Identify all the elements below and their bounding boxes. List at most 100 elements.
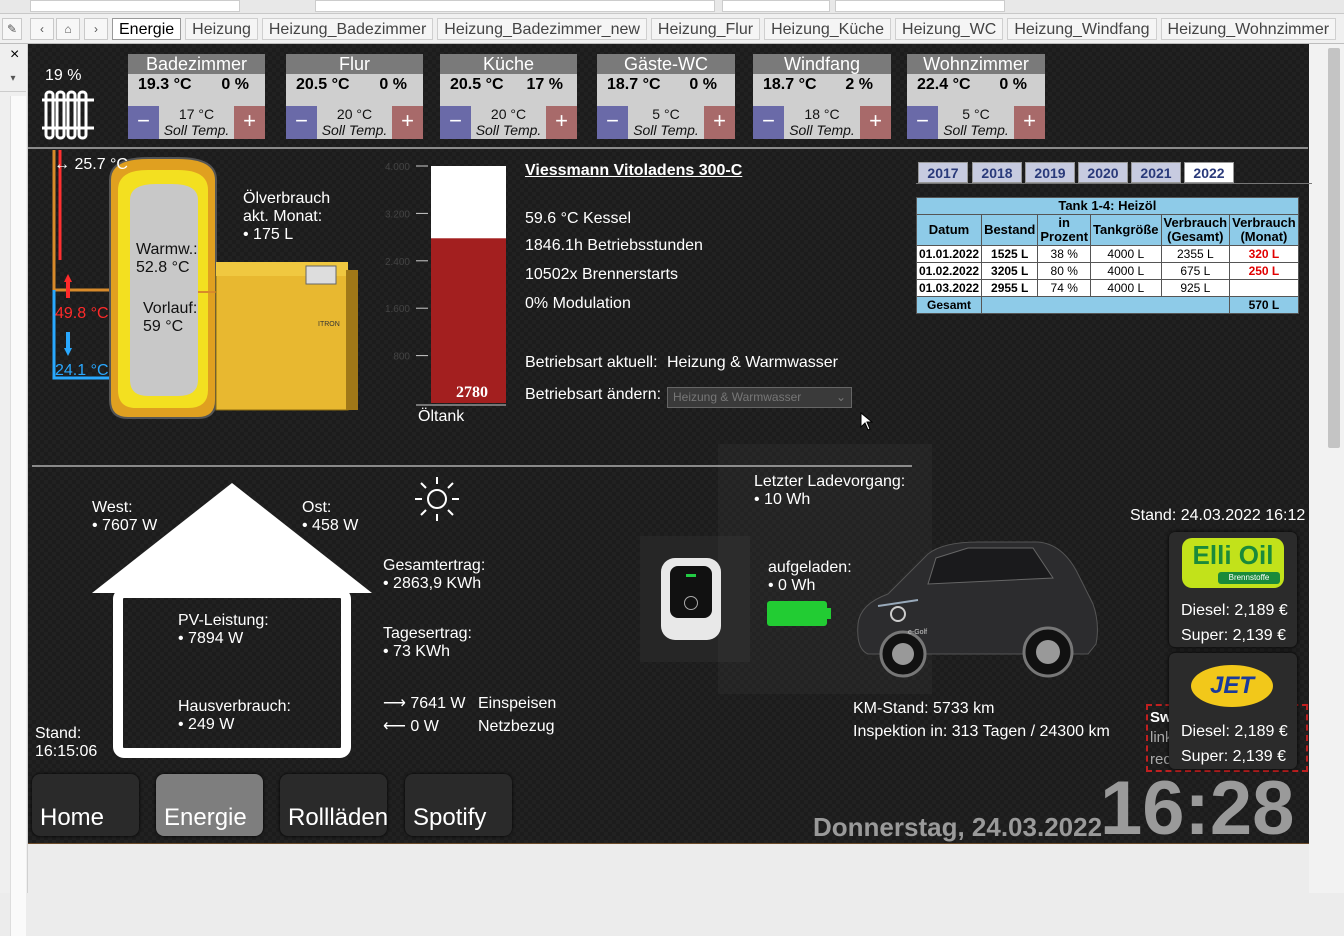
radiator-icon (42, 90, 94, 140)
elli-diesel-price: Diesel: 2,189 € (1181, 602, 1288, 619)
page-bottom-area (28, 845, 1309, 893)
feed-in-value: ⟶ 7641 W (383, 695, 466, 712)
minus-button[interactable]: − (128, 106, 159, 139)
car-badge: e-Golf (908, 629, 927, 636)
tab-heizung-wc[interactable]: Heizung_WC (895, 18, 1004, 40)
fuel-card-elli: Elli Oil Brennstoffe Diesel: 2,189 € Sup… (1169, 532, 1297, 647)
plus-button[interactable]: + (860, 106, 891, 139)
scrollbar-thumb[interactable] (1328, 48, 1340, 448)
pv-stand-value: 16:15:06 (35, 743, 98, 760)
tab-energie[interactable]: Energie (112, 18, 182, 40)
plus-button[interactable]: + (1014, 106, 1045, 139)
soll-temp: 5 °C (652, 106, 680, 122)
cursor-icon (860, 412, 874, 431)
minus-button[interactable]: − (907, 106, 938, 139)
tab-heizung-wohnzimmer[interactable]: Heizung_Wohnzimmer (1160, 18, 1337, 40)
oil-tank-level: 2780 (456, 384, 488, 401)
gauge-tick-label: 800 (393, 352, 410, 363)
plus-button[interactable]: + (234, 106, 265, 139)
column-header: in Prozent (1037, 214, 1092, 246)
minus-button[interactable]: − (597, 106, 628, 139)
nav-spotify-button[interactable]: Spotify (405, 774, 512, 836)
home-icon[interactable]: ⌂ (56, 18, 80, 40)
charged-label: aufgeladen: (768, 559, 852, 576)
toolbar-field-3[interactable] (835, 0, 1005, 12)
table-cell: 675 L (1160, 262, 1231, 280)
soll-label: Soll Temp. (163, 122, 230, 138)
gauge-tick-label: 2.400 (385, 257, 410, 268)
minus-button[interactable]: − (286, 106, 317, 139)
plus-button[interactable]: + (704, 106, 735, 139)
year-tab-2017[interactable]: 2017 (918, 162, 968, 183)
table-cell: 38 % (1037, 245, 1092, 263)
table-cell: 320 L (1229, 245, 1299, 263)
soll-label: Soll Temp. (789, 122, 855, 138)
nav-home-button[interactable]: Home (32, 774, 139, 836)
room-card-wohnzimmer: Wohnzimmer 22.4 °C 0 % − 5 °C Soll Temp.… (907, 54, 1045, 139)
mode-value: Heizung & Warmwasser (667, 354, 839, 371)
room-temp: 18.7 °C (763, 76, 817, 93)
nav-rolllaeden-button[interactable]: Rollläden (280, 774, 388, 836)
year-tab-2019[interactable]: 2019 (1025, 162, 1075, 183)
browser-top-strip (0, 0, 1344, 14)
pv-west-label: West: (92, 499, 133, 516)
pv-stand-label: Stand: (35, 725, 82, 742)
room-temp: 20.5 °C (450, 76, 504, 93)
jet-diesel-price: Diesel: 2,189 € (1181, 723, 1288, 740)
chevron-right-icon[interactable]: › (84, 18, 108, 40)
tab-heizung-flur[interactable]: Heizung_Flur (650, 18, 761, 40)
tab-heizung-windfang[interactable]: Heizung_Windfang (1007, 18, 1157, 40)
pv-power-label: PV-Leistung: (178, 612, 269, 629)
sun-icon (415, 477, 459, 521)
gauge-tick-label: 1.600 (385, 304, 410, 315)
side-panel-body (10, 96, 26, 936)
mileage: KM-Stand: 5733 km (853, 700, 995, 717)
room-valve: 0 % (221, 76, 249, 93)
room-card-kueche: Küche 20.5 °C 17 % − 20 °C Soll Temp. + (440, 54, 577, 139)
year-tab-2020[interactable]: 2020 (1078, 162, 1128, 183)
tab-heizung-badezimmer[interactable]: Heizung_Badezimmer (261, 18, 434, 40)
table-cell: 4000 L (1090, 262, 1162, 280)
table-row: 01.02.2022 3205 L 80 % 4000 L 675 L 250 … (915, 262, 1299, 280)
tab-heizung[interactable]: Heizung (185, 18, 258, 40)
battery-tip (827, 608, 831, 619)
pencil-icon[interactable]: ✎ (2, 18, 22, 40)
plus-button[interactable]: + (392, 106, 423, 139)
nav-energie-button[interactable]: Energie (156, 774, 263, 836)
elli-super-price: Super: 2,139 € (1181, 627, 1286, 644)
minus-button[interactable]: − (753, 106, 784, 139)
vorlauf-label: Vorlauf: (143, 300, 198, 317)
room-card-flur: Flur 20.5 °C 0 % − 20 °C Soll Temp. + (286, 54, 423, 139)
view-tab-bar: ✎ ‹ ⌂ › Energie Heizung Heizung_Badezimm… (0, 14, 1344, 44)
room-temp: 19.3 °C (138, 76, 192, 93)
heating-percent: 19 % (45, 67, 82, 84)
total-yield-value: • 2863,9 KWh (383, 575, 482, 592)
table-row: 01.03.2022 2955 L 74 % 4000 L 925 L (915, 279, 1299, 297)
tab-heizung-kueche[interactable]: Heizung_Küche (764, 18, 892, 40)
soll-label: Soll Temp. (943, 122, 1009, 138)
year-tab-2022[interactable]: 2022 (1184, 162, 1234, 183)
year-tab-2021[interactable]: 2021 (1131, 162, 1181, 183)
tab-heizung-badezimmer-new[interactable]: Heizung_Badezimmer_new (437, 18, 647, 40)
close-icon[interactable]: × (10, 46, 19, 64)
table-total-row: Gesamt 570 L (915, 296, 1299, 314)
chevron-down-icon[interactable]: ▾ (0, 66, 26, 92)
house-consumption-label: Hausverbrauch: (178, 698, 291, 715)
oil-tank-label: Öltank (418, 408, 465, 425)
year-tab-2018[interactable]: 2018 (972, 162, 1022, 183)
room-temp: 20.5 °C (296, 76, 350, 93)
plus-button[interactable]: + (546, 106, 577, 139)
chevron-left-icon[interactable]: ‹ (30, 18, 54, 40)
grid-draw-label: Netzbezug (478, 718, 555, 735)
room-valve: 0 % (689, 76, 717, 93)
minus-button[interactable]: − (440, 106, 471, 139)
mode-select[interactable]: Heizung & Warmwasser ⌄ (667, 387, 852, 408)
toolbar-field-2[interactable] (722, 0, 830, 12)
pv-power-value: • 7894 W (178, 630, 244, 647)
table-row: 01.01.2022 1525 L 38 % 4000 L 2355 L 320… (915, 245, 1299, 263)
toolbar-field[interactable] (30, 0, 240, 12)
table-cell: 80 % (1037, 262, 1092, 280)
pv-west-value: • 7607 W (92, 517, 158, 534)
view-tabs: Energie Heizung Heizung_Badezimmer Heizu… (112, 18, 1337, 40)
address-field[interactable] (315, 0, 715, 12)
